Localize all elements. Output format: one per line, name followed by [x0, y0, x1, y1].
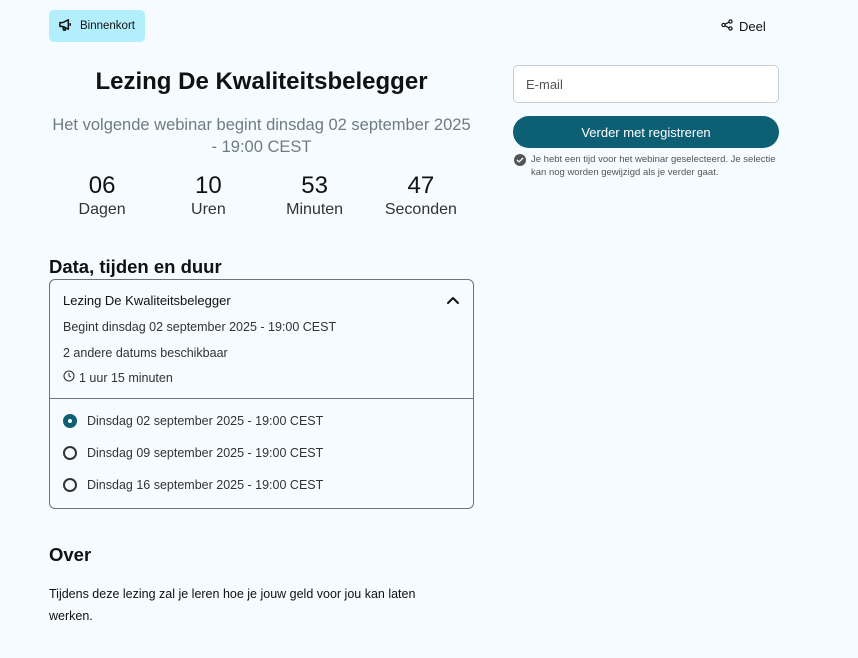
- schedule-heading: Data, tijden en duur: [49, 256, 222, 277]
- megaphone-icon: [58, 17, 73, 35]
- continue-registration-button[interactable]: Verder met registreren: [513, 116, 779, 148]
- duration-text: 1 uur 15 minuten: [79, 370, 173, 385]
- countdown-label: Minuten: [286, 201, 344, 218]
- start-time-text: Begint dinsdag 02 september 2025 - 19:00…: [63, 320, 337, 334]
- countdown-days: 06 Dagen: [49, 172, 155, 220]
- selection-note: Je hebt een tijd voor het webinar gesele…: [514, 153, 784, 179]
- date-option[interactable]: Dinsdag 02 september 2025 - 19:00 CEST: [63, 412, 323, 430]
- radio-unselected[interactable]: [63, 478, 77, 492]
- coming-soon-badge[interactable]: Binnenkort: [49, 10, 145, 42]
- selection-note-text: Je hebt een tijd voor het webinar gesele…: [531, 154, 776, 178]
- email-field[interactable]: [513, 65, 779, 103]
- countdown-value: 06: [88, 172, 116, 199]
- countdown-label: Dagen: [78, 201, 126, 218]
- chevron-up-icon[interactable]: [445, 292, 461, 308]
- countdown-label: Uren: [191, 201, 226, 218]
- countdown-value: 10: [195, 172, 222, 199]
- countdown-timer: 06 Dagen 10 Uren 53 Minuten 47 Seconden: [49, 172, 474, 220]
- check-circle-icon: [514, 153, 526, 179]
- clock-icon: [63, 370, 75, 385]
- badge-label: Binnenkort: [80, 20, 135, 32]
- share-button[interactable]: Deel: [721, 17, 766, 35]
- schedule-card-header[interactable]: Lezing De Kwaliteitsbelegger Begint dins…: [50, 280, 473, 399]
- radio-unselected[interactable]: [63, 446, 77, 460]
- date-option[interactable]: Dinsdag 09 september 2025 - 19:00 CEST: [63, 444, 323, 462]
- countdown-value: 53: [301, 172, 328, 199]
- date-option-label: Dinsdag 16 september 2025 - 19:00 CEST: [87, 478, 324, 492]
- date-option-label: Dinsdag 02 september 2025 - 19:00 CEST: [87, 414, 324, 428]
- other-dates-text: 2 andere datums beschikbaar: [63, 346, 228, 360]
- date-option[interactable]: Dinsdag 16 september 2025 - 19:00 CEST: [63, 476, 323, 494]
- date-option-label: Dinsdag 09 september 2025 - 19:00 CEST: [87, 446, 324, 460]
- share-label: Deel: [739, 18, 766, 34]
- countdown-hours: 10 Uren: [155, 172, 261, 220]
- countdown-minutes: 53 Minuten: [262, 172, 368, 220]
- duration-row: 1 uur 15 minuten: [63, 370, 173, 385]
- countdown-value: 47: [407, 172, 435, 199]
- about-heading: Over: [49, 544, 92, 565]
- schedule-card-title: Lezing De Kwaliteitsbelegger: [63, 293, 231, 308]
- countdown-label: Seconden: [384, 201, 457, 218]
- countdown-seconds: 47 Seconden: [368, 172, 474, 220]
- radio-selected[interactable]: [63, 414, 77, 428]
- next-session-subtitle: Het volgende webinar begint dinsdag 02 s…: [52, 116, 471, 156]
- schedule-card: Lezing De Kwaliteitsbelegger Begint dins…: [49, 279, 474, 509]
- page-title: Lezing De Kwaliteitsbelegger: [95, 68, 428, 95]
- about-text: Tijdens deze lezing zal je leren hoe je …: [49, 587, 416, 623]
- share-icon: [721, 18, 733, 34]
